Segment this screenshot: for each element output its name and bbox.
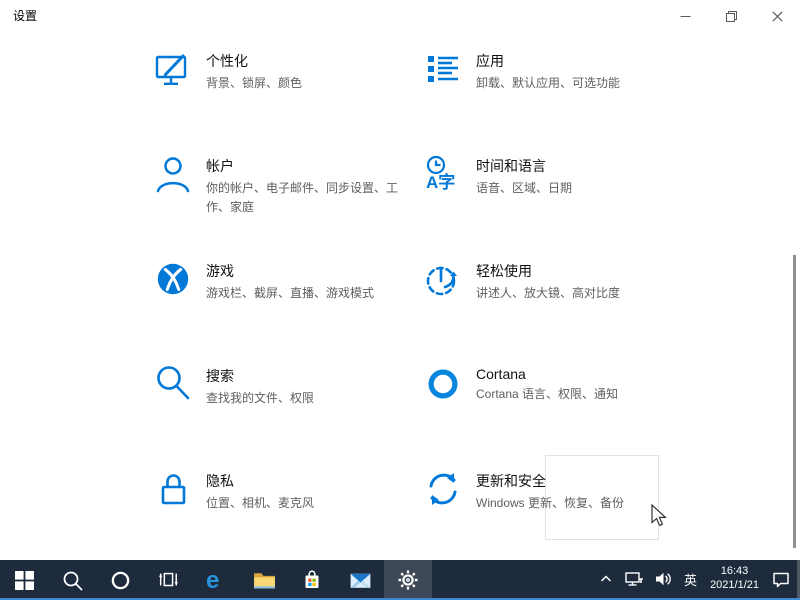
gaming-icon: [152, 258, 194, 300]
minimize-icon: [680, 11, 691, 22]
settings-taskbar-button[interactable]: [384, 560, 432, 600]
action-center-button[interactable]: [766, 560, 796, 598]
apps-icon: [422, 48, 464, 90]
restore-button[interactable]: [708, 0, 754, 32]
tile-subtitle: 卸载、默认应用、可选功能: [476, 74, 690, 93]
cortana-button[interactable]: [96, 560, 144, 600]
tray-volume-button[interactable]: [649, 560, 678, 598]
update-security-icon: [422, 468, 464, 510]
minimize-button[interactable]: [662, 0, 708, 32]
store-icon: [300, 568, 324, 592]
ease-of-access-icon: [422, 258, 464, 300]
taskbar: e: [0, 560, 800, 600]
tile-time-language[interactable]: A字 时间和语言 语音、区域、日期: [410, 145, 690, 245]
window-title: 设置: [13, 0, 37, 32]
chevron-up-icon: [598, 571, 614, 587]
network-icon: [624, 570, 644, 588]
action-center-icon: [771, 569, 791, 589]
tray-date: 2021/1/21: [710, 579, 759, 593]
tile-title: 应用: [476, 48, 690, 71]
tile-subtitle: 语音、区域、日期: [476, 179, 690, 198]
windows-logo-icon: [15, 571, 34, 590]
personalization-icon: [152, 48, 194, 90]
tile-subtitle: 背景、锁屏、颜色: [206, 74, 420, 93]
start-button[interactable]: [0, 560, 48, 600]
mail-icon: [348, 568, 373, 593]
tile-title: 搜索: [206, 363, 420, 386]
caption-buttons: [662, 0, 800, 32]
tile-personalization[interactable]: 个性化 背景、锁屏、颜色: [140, 40, 420, 140]
tile-subtitle: Cortana 语言、权限、通知: [476, 385, 690, 404]
accounts-icon: [152, 153, 194, 195]
cortana-icon: [422, 363, 464, 405]
tile-title: 轻松使用: [476, 258, 690, 281]
tray-clock[interactable]: 16:43 2021/1/21: [703, 565, 766, 593]
tile-title: 时间和语言: [476, 153, 690, 176]
cortana-ring-icon: [110, 570, 131, 591]
tile-title: 游戏: [206, 258, 420, 281]
tile-subtitle: 讲述人、放大镜、高对比度: [476, 284, 690, 303]
mouse-cursor: [651, 504, 669, 528]
close-icon: [772, 11, 783, 22]
gear-icon: [397, 569, 419, 591]
tile-subtitle: 查找我的文件、权限: [206, 389, 420, 408]
close-button[interactable]: [754, 0, 800, 32]
tile-title: 个性化: [206, 48, 420, 71]
tray-ime-indicator[interactable]: 英: [678, 560, 703, 598]
time-language-icon: A字: [422, 153, 464, 195]
store-button[interactable]: [288, 560, 336, 600]
tile-apps[interactable]: 应用 卸载、默认应用、可选功能: [410, 40, 690, 140]
edge-icon: e: [203, 567, 229, 593]
svg-text:A字: A字: [426, 172, 455, 192]
tile-accounts[interactable]: 帐户 你的帐户、电子邮件、同步设置、工作、家庭: [140, 145, 420, 245]
tile-search[interactable]: 搜索 查找我的文件、权限: [140, 355, 420, 455]
speaker-icon: [654, 570, 673, 588]
tile-privacy[interactable]: 隐私 位置、相机、麦克风: [140, 460, 420, 560]
tray-network-button[interactable]: [619, 560, 649, 598]
file-explorer-icon: [252, 568, 277, 593]
tile-title: Cortana: [476, 363, 690, 382]
task-view-button[interactable]: [144, 560, 192, 600]
tile-ease-of-access[interactable]: 轻松使用 讲述人、放大镜、高对比度: [410, 250, 690, 350]
tile-title: 帐户: [206, 153, 420, 176]
tile-title: 隐私: [206, 468, 420, 491]
mail-button[interactable]: [336, 560, 384, 600]
taskbar-search-button[interactable]: [48, 560, 96, 600]
privacy-icon: [152, 468, 194, 510]
edge-button[interactable]: e: [192, 560, 240, 600]
tile-subtitle: 位置、相机、麦克风: [206, 494, 420, 513]
scrollbar-thumb[interactable]: [793, 255, 796, 548]
restore-icon: [726, 11, 737, 22]
search-icon: [62, 570, 83, 591]
tile-update-security[interactable]: 更新和安全 Windows 更新、恢复、备份: [410, 460, 690, 560]
tile-gaming[interactable]: 游戏 游戏栏、截屏、直播、游戏模式: [140, 250, 420, 350]
tray-time: 16:43: [710, 565, 759, 579]
tile-cortana[interactable]: Cortana Cortana 语言、权限、通知: [410, 355, 690, 455]
task-view-icon: [157, 569, 179, 591]
file-explorer-button[interactable]: [240, 560, 288, 600]
titlebar: 设置: [0, 0, 800, 32]
tile-title: 更新和安全: [476, 468, 690, 491]
svg-text:e: e: [206, 567, 219, 593]
search-tile-icon: [152, 363, 194, 405]
system-tray: 英 16:43 2021/1/21: [593, 560, 796, 598]
tray-chevron-button[interactable]: [593, 560, 619, 598]
tile-subtitle: 游戏栏、截屏、直播、游戏模式: [206, 284, 420, 303]
tile-subtitle: 你的帐户、电子邮件、同步设置、工作、家庭: [206, 179, 420, 216]
settings-window: 设置 个性化 背景、锁屏、颜色: [0, 0, 800, 600]
